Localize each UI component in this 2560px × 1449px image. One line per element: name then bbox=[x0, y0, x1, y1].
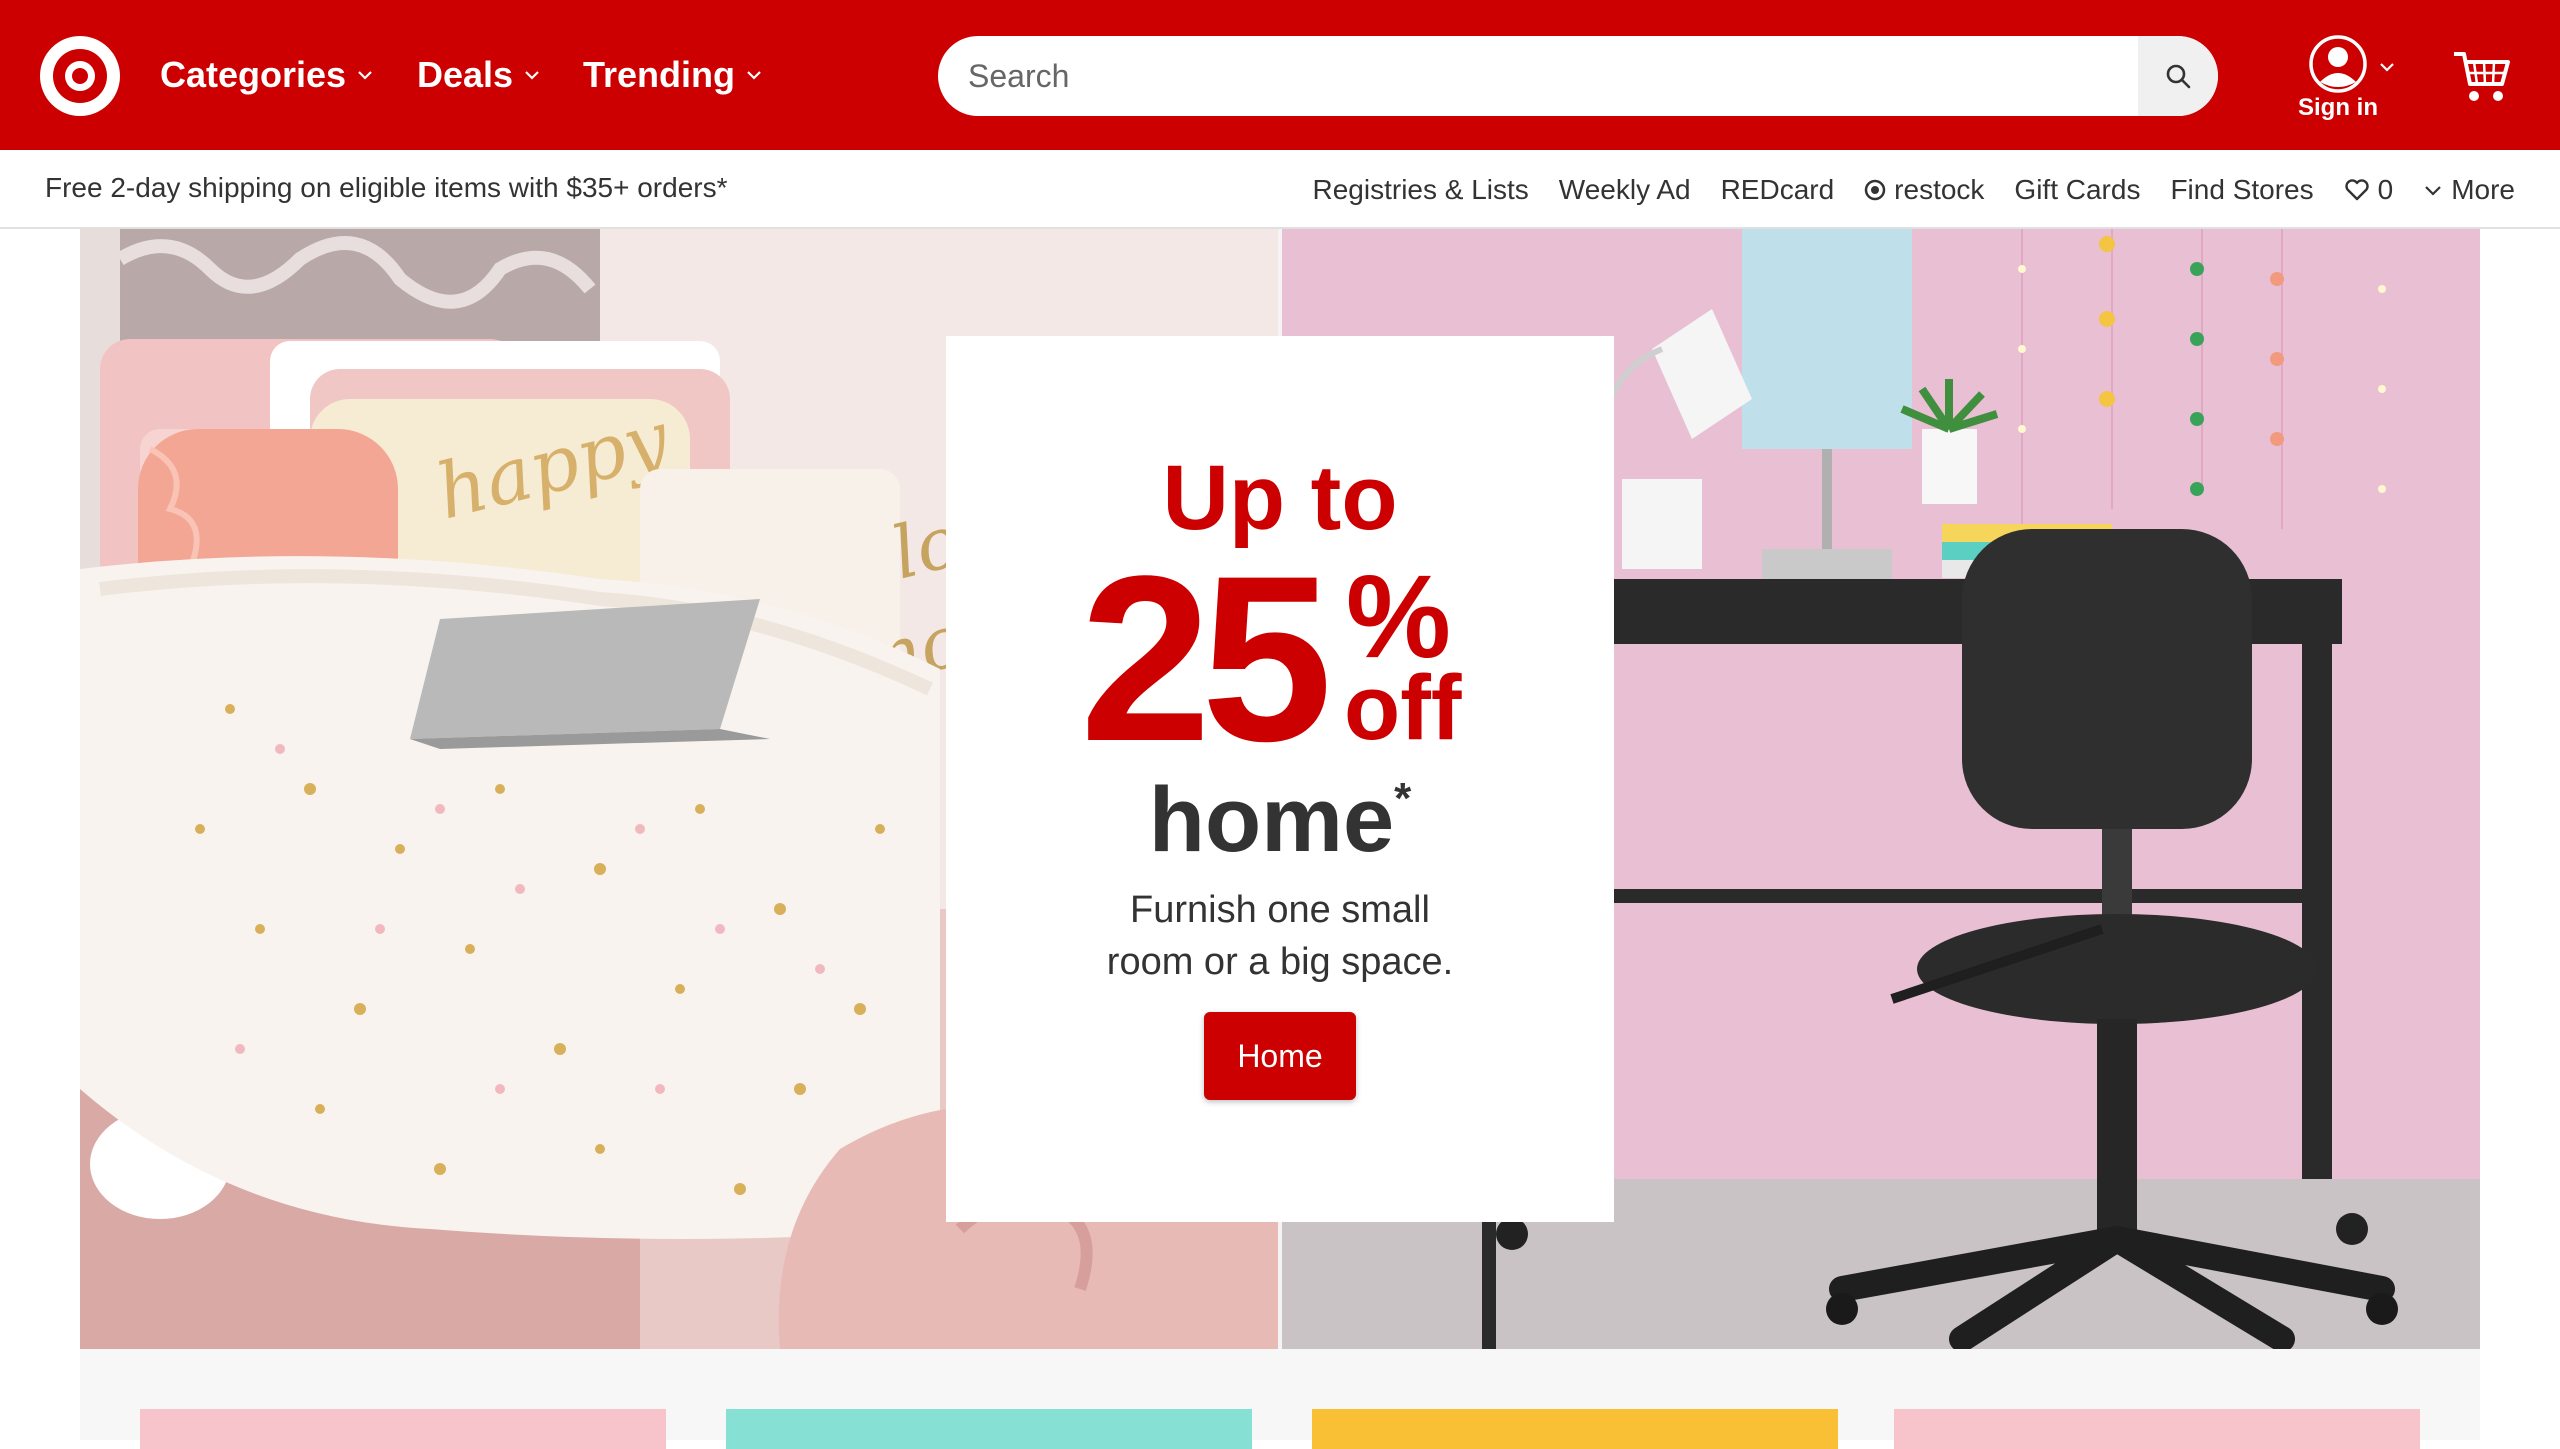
more-link[interactable]: More bbox=[2423, 174, 2515, 206]
search-icon bbox=[2166, 64, 2191, 89]
nav-categories-label: Categories bbox=[160, 54, 347, 95]
nav-deals[interactable]: Deals bbox=[417, 50, 541, 100]
category-tiles-section bbox=[80, 1349, 2480, 1449]
shipping-banner[interactable]: Free 2-day shipping on eligible items wi… bbox=[45, 172, 728, 204]
promo-category: home* bbox=[946, 768, 1614, 873]
find-stores-link[interactable]: Find Stores bbox=[2170, 174, 2313, 206]
weekly-ad-link[interactable]: Weekly Ad bbox=[1559, 174, 1691, 206]
nav-trending-label: Trending bbox=[583, 54, 735, 95]
restock-icon bbox=[1864, 179, 1886, 200]
find-stores-label: Find Stores bbox=[2170, 173, 2314, 205]
promo-card: Up to 25 % off home* Furnish one small r… bbox=[946, 336, 1614, 1222]
redcard-link[interactable]: REDcard bbox=[1721, 174, 1835, 206]
category-tile-1[interactable] bbox=[140, 1409, 666, 1449]
promo-description: Furnish one small room or a big space. bbox=[946, 884, 1614, 988]
chevron-down-icon bbox=[2380, 63, 2394, 72]
account-icon bbox=[2309, 35, 2367, 93]
registries-lists-label: Registries & Lists bbox=[1312, 173, 1529, 205]
restock-label: restock bbox=[1894, 173, 1985, 205]
favorites-count: 0 bbox=[2377, 173, 2394, 205]
gift-cards-link[interactable]: Gift Cards bbox=[2014, 174, 2140, 206]
nav-categories[interactable]: Categories bbox=[160, 50, 374, 100]
promo-percent-value: 25 bbox=[1080, 527, 1332, 791]
sign-in-button[interactable]: Sign in bbox=[2290, 30, 2400, 130]
redcard-label: REDcard bbox=[1720, 173, 1835, 205]
hero-banner[interactable]: happy lo mo Up to 25 % off home* Furnish… bbox=[80, 229, 2480, 1349]
restock-link[interactable]: restock bbox=[1864, 174, 1984, 206]
promo-off-label: off bbox=[1344, 657, 1462, 759]
weekly-ad-label: Weekly Ad bbox=[1558, 173, 1691, 205]
top-header: Categories Deals Trending Sign in bbox=[0, 0, 2560, 150]
search-input[interactable] bbox=[938, 36, 2138, 116]
promo-asterisk: * bbox=[1394, 774, 1412, 823]
favorites-link[interactable]: 0 bbox=[2344, 173, 2394, 206]
chevron-down-icon bbox=[747, 71, 761, 80]
chevron-down-icon bbox=[2425, 185, 2441, 196]
gift-cards-label: Gift Cards bbox=[2014, 173, 2141, 205]
target-logo-icon[interactable] bbox=[40, 36, 120, 116]
nav-deals-label: Deals bbox=[417, 54, 514, 95]
promo-description-line2: room or a big space. bbox=[1106, 941, 1454, 983]
heart-icon bbox=[2344, 178, 2369, 200]
nav-trending[interactable]: Trending bbox=[583, 50, 763, 100]
utility-bar: Free 2-day shipping on eligible items wi… bbox=[0, 150, 2560, 229]
chevron-down-icon bbox=[525, 71, 539, 80]
chevron-down-icon bbox=[358, 71, 372, 80]
category-tile-4[interactable] bbox=[1894, 1409, 2420, 1449]
cart-icon[interactable] bbox=[2452, 46, 2512, 106]
promo-category-label: home bbox=[1148, 769, 1395, 871]
utility-links: Registries & Lists Weekly Ad REDcard res… bbox=[1283, 150, 2516, 229]
promo-description-line1: Furnish one small bbox=[1130, 889, 1430, 931]
registries-lists-link[interactable]: Registries & Lists bbox=[1313, 174, 1529, 206]
category-tile-3[interactable] bbox=[1312, 1409, 1838, 1449]
category-tile-2[interactable] bbox=[726, 1409, 1252, 1449]
search-button[interactable] bbox=[2138, 36, 2218, 116]
more-label: More bbox=[2451, 173, 2515, 205]
home-button[interactable]: Home bbox=[1204, 1012, 1356, 1100]
search-bar bbox=[938, 36, 2218, 116]
sign-in-label: Sign in bbox=[2298, 94, 2378, 121]
